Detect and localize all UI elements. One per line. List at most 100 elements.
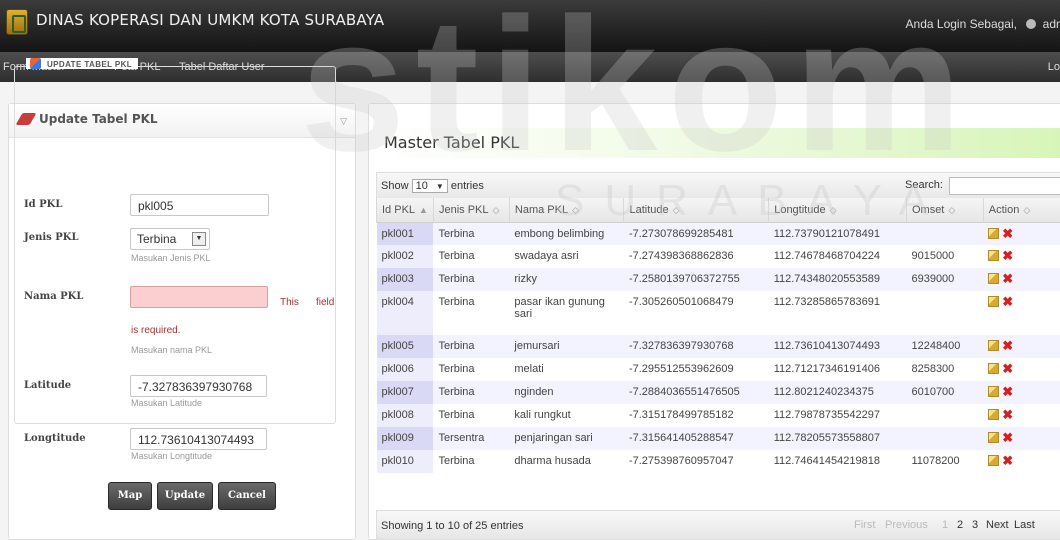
edit-icon[interactable] bbox=[988, 432, 1000, 443]
edit-icon[interactable] bbox=[988, 227, 1000, 239]
cell-omset bbox=[906, 222, 984, 245]
cell-action: ✖ bbox=[983, 381, 1060, 404]
nama-input[interactable] bbox=[130, 286, 268, 308]
delete-icon[interactable]: ✖ bbox=[1002, 249, 1013, 262]
entries-select[interactable]: 10 ▼ bbox=[411, 179, 448, 193]
cell-nama: melati bbox=[509, 358, 624, 381]
cell-omset: 9015000 bbox=[906, 245, 984, 268]
cell-latitude: -7.315641405288547 bbox=[623, 427, 769, 450]
jenis-select[interactable]: Terbina ▼ bbox=[130, 228, 210, 250]
cell-latitude: -7.273078699285481 bbox=[623, 222, 769, 245]
cell-nama: dharma husada bbox=[509, 450, 624, 473]
pkl-table: Id PKL ▲ Jenis PKL ◇ Nama PKL ◇ Latitude ◇ L… bbox=[376, 198, 1060, 473]
pager-previous[interactable]: Previous bbox=[885, 519, 928, 531]
cell-longtitude: 112.79878735542297 bbox=[768, 404, 907, 427]
table-header-row: Id PKL ▲ Jenis PKL ◇ Nama PKL ◇ Latitude ◇ L… bbox=[376, 198, 1060, 223]
table-row: pkl009 Tersentra penjaringan sari -7.315641… bbox=[376, 427, 1060, 450]
edit-icon[interactable] bbox=[988, 363, 1000, 374]
delete-icon[interactable]: ✖ bbox=[1002, 385, 1013, 398]
delete-icon[interactable]: ✖ bbox=[1002, 339, 1013, 352]
dropdown-arrow-icon: ▼ bbox=[192, 232, 206, 246]
cell-action: ✖ bbox=[983, 335, 1060, 358]
pager-first[interactable]: First bbox=[854, 519, 875, 531]
form-legend: UPDATE TABEL PKL bbox=[26, 58, 139, 69]
cell-id: pkl006 bbox=[376, 358, 434, 381]
delete-icon[interactable]: ✖ bbox=[1002, 227, 1013, 240]
pager-last[interactable]: Last bbox=[1014, 519, 1035, 531]
cell-latitude: -7.315178499785182 bbox=[623, 404, 769, 427]
cell-id: pkl003 bbox=[376, 268, 434, 291]
cell-longtitude: 112.73610413074493 bbox=[768, 335, 907, 358]
cell-id: pkl008 bbox=[376, 404, 434, 427]
delete-icon[interactable]: ✖ bbox=[1002, 362, 1013, 375]
pager-page-1[interactable]: 1 bbox=[942, 519, 948, 531]
edit-icon[interactable] bbox=[988, 409, 1000, 420]
edit-icon[interactable] bbox=[988, 250, 1000, 261]
table-toolbar: Show 10 ▼ entries Search: bbox=[376, 172, 1060, 198]
col-id[interactable]: Id PKL ▲ bbox=[376, 198, 434, 223]
cell-latitude: -7.2580139706372755 bbox=[623, 268, 769, 291]
cell-action: ✖ bbox=[983, 268, 1060, 291]
map-button[interactable]: Map bbox=[108, 482, 152, 510]
nav-logout[interactable]: Lo bbox=[1048, 61, 1060, 73]
update-button[interactable]: Update bbox=[157, 482, 213, 510]
edit-icon[interactable] bbox=[988, 340, 1000, 351]
pager-page-2[interactable]: 2 bbox=[957, 519, 963, 531]
cell-nama: nginden bbox=[509, 381, 624, 404]
cell-nama: kali rungkut bbox=[509, 404, 624, 427]
delete-icon[interactable]: ✖ bbox=[1002, 272, 1013, 285]
cell-jenis: Terbina bbox=[433, 222, 510, 245]
jenis-label: Jenis PKL bbox=[24, 232, 79, 243]
delete-icon[interactable]: ✖ bbox=[1002, 431, 1013, 444]
id-label: Id PKL bbox=[24, 199, 63, 210]
entries-length: Show 10 ▼ entries bbox=[381, 179, 484, 193]
cell-omset: 12248400 bbox=[906, 335, 984, 358]
cell-nama: jemursari bbox=[509, 335, 624, 358]
cell-jenis: Terbina bbox=[433, 404, 510, 427]
nama-error-3: is required. bbox=[131, 325, 181, 336]
cell-id: pkl007 bbox=[376, 381, 434, 404]
collapse-icon[interactable]: ▽ bbox=[340, 116, 347, 127]
edit-icon[interactable] bbox=[988, 455, 1000, 466]
lng-label: Longtitude bbox=[24, 433, 86, 444]
col-latitude[interactable]: Latitude ◇ bbox=[623, 198, 769, 223]
lat-input[interactable]: -7.327836397930768 bbox=[130, 375, 267, 397]
nama-label: Nama PKL bbox=[24, 291, 84, 302]
cell-jenis: Terbina bbox=[433, 450, 510, 473]
cell-id: pkl001 bbox=[376, 222, 434, 245]
col-omset[interactable]: Omset ◇ bbox=[905, 198, 984, 223]
col-action[interactable]: Action ◇ bbox=[982, 198, 1060, 223]
cell-id: pkl005 bbox=[376, 335, 434, 358]
app-header: DINAS KOPERASI DAN UMKM KOTA SURABAYA An… bbox=[0, 0, 1060, 52]
col-jenis[interactable]: Jenis PKL ◇ bbox=[432, 198, 510, 223]
search-input[interactable] bbox=[949, 177, 1060, 195]
edit-icon[interactable] bbox=[988, 386, 1000, 397]
lat-label: Latitude bbox=[24, 380, 72, 391]
col-nama[interactable]: Nama PKL ◇ bbox=[508, 198, 624, 223]
table-row: pkl008 Terbina kali rungkut -7.315178499785… bbox=[376, 404, 1060, 427]
cell-id: pkl002 bbox=[376, 245, 434, 268]
nama-help: Masukan nama PKL bbox=[131, 345, 213, 355]
delete-icon[interactable]: ✖ bbox=[1002, 408, 1013, 421]
table-row: pkl003 Terbina rizky -7.2580139706372755 112… bbox=[376, 268, 1060, 291]
user-icon bbox=[1026, 19, 1037, 29]
cell-omset: 11078200 bbox=[906, 450, 984, 473]
city-logo-icon bbox=[6, 9, 28, 35]
cell-longtitude: 112.73790121078491 bbox=[768, 222, 907, 245]
cell-omset bbox=[906, 427, 984, 450]
edit-icon[interactable] bbox=[988, 273, 1000, 284]
cell-jenis: Terbina bbox=[433, 245, 510, 268]
pager-next[interactable]: Next bbox=[986, 519, 1009, 531]
cell-action: ✖ bbox=[983, 291, 1060, 335]
pager-page-3[interactable]: 3 bbox=[972, 519, 978, 531]
user-name[interactable]: adr bbox=[1043, 17, 1060, 31]
id-input[interactable]: pkl005 bbox=[130, 194, 269, 216]
cell-latitude: -7.2884036551476505 bbox=[623, 381, 769, 404]
delete-icon[interactable]: ✖ bbox=[1002, 454, 1013, 467]
delete-icon[interactable]: ✖ bbox=[1002, 295, 1013, 308]
cancel-button[interactable]: Cancel bbox=[218, 482, 276, 510]
edit-icon[interactable] bbox=[988, 296, 1000, 307]
col-longtitude[interactable]: Longtitude ◇ bbox=[768, 198, 907, 223]
lng-input[interactable]: 112.73610413074493 bbox=[130, 428, 267, 450]
cell-jenis: Terbina bbox=[433, 291, 510, 335]
